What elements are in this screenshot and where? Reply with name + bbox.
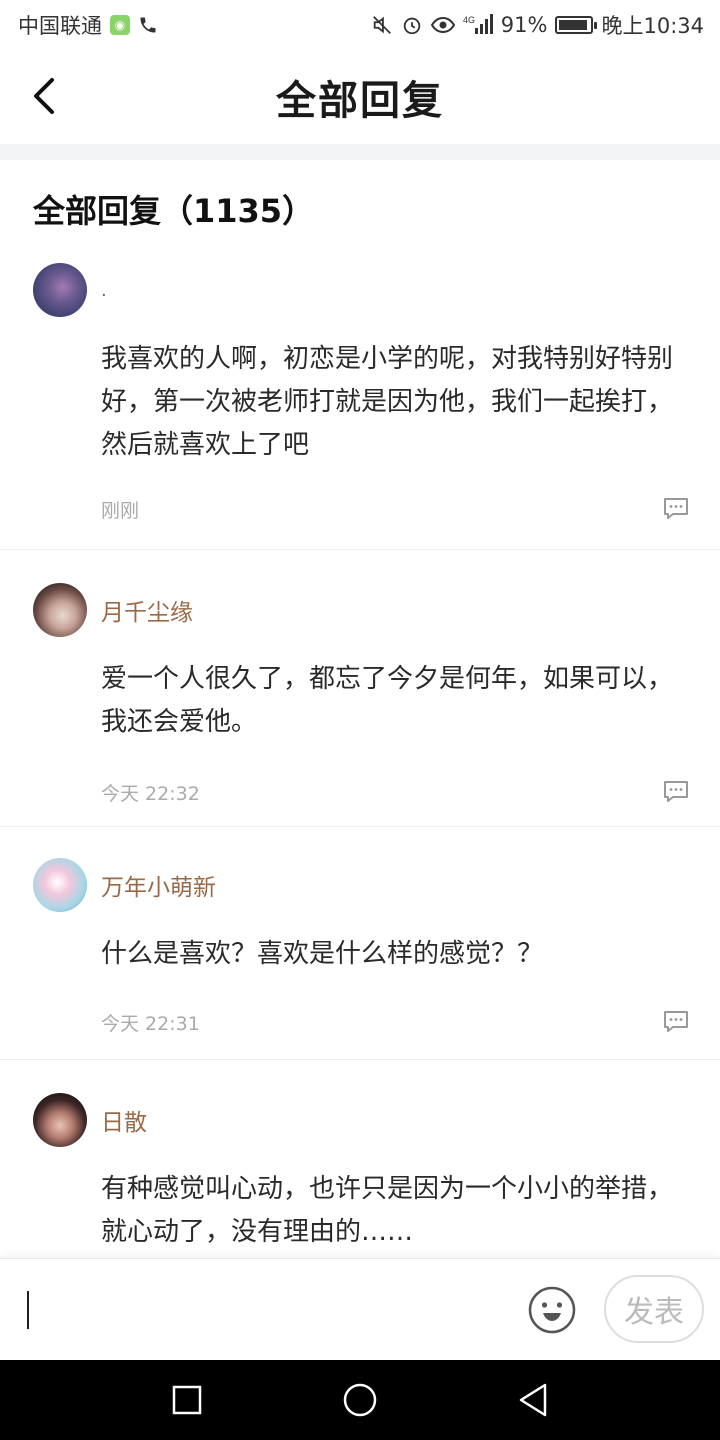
- signal-icon: 4G: [463, 14, 493, 36]
- status-bar: 中国联通 ◉ 4G 91% 晚上10:34: [0, 0, 720, 50]
- header-divider: [0, 144, 720, 160]
- comment-footer: 今天 22:31: [101, 990, 690, 1054]
- recent-apps-button[interactable]: [157, 1370, 217, 1430]
- eye-comfort-icon: [430, 15, 455, 35]
- back-triangle-icon: [520, 1383, 547, 1417]
- username[interactable]: 日散: [101, 1103, 147, 1137]
- username[interactable]: 月千尘缘: [101, 593, 193, 627]
- comment-item[interactable]: 月千尘缘 爱一个人很久了，都忘了今夕是何年，如果可以，我还会爱他。 今天 22:…: [0, 550, 720, 827]
- comment-user-row: 月千尘缘: [33, 582, 690, 638]
- emoji-button[interactable]: [526, 1284, 578, 1336]
- home-button[interactable]: [330, 1370, 390, 1430]
- section-title: 全部回复（1135）: [33, 192, 315, 230]
- comment-item[interactable]: 日散 有种感觉叫心动，也许只是因为一个小小的举措，就心动了，没有理由的……: [0, 1060, 720, 1258]
- comment-item[interactable]: 万年小萌新 什么是喜欢？喜欢是什么样的感觉？？ 今天 22:31: [0, 827, 720, 1060]
- username[interactable]: .: [101, 280, 107, 301]
- comment-text: 什么是喜欢？喜欢是什么样的感觉？？: [101, 939, 544, 969]
- emoji-icon: [528, 1286, 576, 1334]
- comment-footer: 今天 22:32: [101, 760, 690, 824]
- comment-user-row: 日散: [33, 1092, 690, 1148]
- comment-time: 刚刚: [101, 499, 140, 522]
- avatar[interactable]: [33, 263, 87, 317]
- page-title: 全部回复: [276, 78, 444, 124]
- chevron-left-icon: [34, 78, 54, 114]
- recent-apps-icon: [172, 1385, 201, 1415]
- comment-item[interactable]: . 我喜欢的人啊，初恋是小学的呢，对我特别好特别好，第一次被老师打就是因为他，我…: [0, 258, 720, 550]
- mute-icon: [371, 14, 393, 36]
- comment-text: 爱一个人很久了，都忘了今夕是何年，如果可以，我还会爱他。: [101, 664, 674, 737]
- back-button[interactable]: [22, 72, 66, 120]
- phone-icon: [138, 15, 158, 35]
- comment-list-container[interactable]: 全部回复（1135） . 我喜欢的人啊，初恋是小学的呢，对我特别好特别好，第一次…: [0, 160, 720, 1258]
- text-cursor: [27, 1291, 29, 1329]
- system-nav-bar: [0, 1360, 720, 1440]
- comment-footer: 刚刚: [101, 477, 690, 541]
- comment-user-row: .: [33, 262, 690, 318]
- reply-comment-icon[interactable]: [662, 779, 690, 805]
- comment-input[interactable]: [14, 1281, 504, 1339]
- alarm-icon: [401, 14, 423, 36]
- battery-percent: 91%: [500, 13, 548, 37]
- svg-text:4G: 4G: [463, 15, 475, 25]
- clock: 晚上10:34: [601, 14, 704, 38]
- comment-user-row: 万年小萌新: [33, 857, 690, 913]
- reply-comment-icon[interactable]: [662, 496, 690, 522]
- send-button[interactable]: 发表: [604, 1275, 704, 1343]
- comment-time: 今天 22:32: [101, 782, 200, 805]
- top-header: 全部回复: [0, 50, 720, 144]
- username[interactable]: 万年小萌新: [101, 868, 216, 902]
- comment-text: 我喜欢的人啊，初恋是小学的呢，对我特别好特别好，第一次被老师打就是因为他，我们一…: [101, 344, 674, 460]
- avatar[interactable]: [33, 1093, 87, 1147]
- avatar[interactable]: [33, 858, 87, 912]
- avatar[interactable]: [33, 583, 87, 637]
- home-icon: [343, 1383, 377, 1417]
- battery-icon: [555, 16, 598, 34]
- back-nav-button[interactable]: [503, 1370, 563, 1430]
- reply-comment-icon[interactable]: [662, 1009, 690, 1035]
- comment-input-bar: 发表: [0, 1258, 720, 1360]
- battery-fill: [559, 20, 587, 30]
- wechat-notification-icon: ◉: [110, 15, 130, 35]
- comment-text: 有种感觉叫心动，也许只是因为一个小小的举措，就心动了，没有理由的……: [101, 1174, 674, 1247]
- comment-time: 今天 22:31: [101, 1012, 200, 1035]
- carrier-label: 中国联通: [18, 14, 102, 38]
